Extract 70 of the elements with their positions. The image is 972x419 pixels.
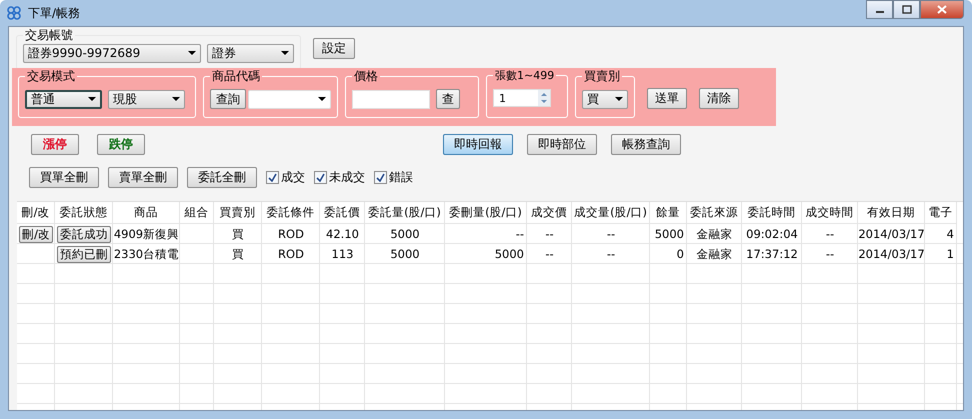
table-cell: 5000 — [390, 227, 420, 241]
maximize-button[interactable] — [893, 0, 920, 19]
logo-icon — [6, 5, 22, 21]
settings-button[interactable]: 設定 — [313, 38, 355, 58]
table-cell: ROD — [278, 247, 304, 261]
close-button[interactable] — [920, 0, 964, 19]
mode-dropdown[interactable]: 普通 — [25, 90, 102, 108]
view-tab[interactable]: 即時部位 — [527, 134, 597, 154]
account-dropdown[interactable]: 證券9990-9972689 — [23, 44, 201, 62]
table-cell: ROD — [278, 227, 304, 241]
filter-label: 未成交 — [329, 168, 365, 186]
quantity-spinner[interactable]: 1 — [493, 89, 551, 107]
table-cell: 金融家 — [696, 226, 732, 242]
table-cell: 5000 — [654, 227, 684, 241]
type-dropdown[interactable]: 證券 — [207, 44, 294, 62]
table-cell: 買 — [232, 226, 244, 242]
table-cell: 4909新復興 — [114, 226, 180, 242]
price-lookup-button[interactable]: 查 — [436, 89, 460, 109]
table-cell: 17:37:12 — [746, 247, 798, 261]
action-button[interactable]: 送單 — [647, 88, 687, 109]
limit-price-button[interactable]: 漲停 — [31, 134, 79, 154]
table-cell: 買 — [232, 246, 244, 262]
table-cell: 42.10 — [326, 227, 359, 241]
maximize-icon — [902, 5, 912, 14]
action-button[interactable]: 清除 — [699, 88, 739, 109]
table-cell: 09:02:04 — [746, 227, 798, 241]
table-cell: 2330台積電 — [114, 246, 180, 262]
side-dropdown[interactable]: 買 — [582, 90, 628, 108]
filter-label: 成交 — [281, 168, 305, 186]
table-cell: -- — [516, 227, 524, 241]
query-button[interactable]: 查詢 — [210, 89, 246, 109]
table-cell: 2014/03/17 — [858, 247, 925, 261]
group-label: 交易模式 — [26, 68, 76, 85]
group-label: 張數1~499 — [494, 68, 556, 83]
table-cell: -- — [606, 247, 616, 261]
filter-checkbox[interactable] — [266, 170, 279, 184]
table-cell: 1 — [946, 247, 954, 261]
filter-checkbox[interactable] — [314, 170, 327, 184]
filter-checkbox[interactable] — [374, 170, 387, 184]
group-label: 價格 — [353, 68, 379, 85]
view-tab[interactable]: 即時回報 — [443, 134, 513, 154]
group-label: 買賣別 — [583, 68, 621, 85]
edit-button[interactable]: 刪/改 — [19, 226, 53, 242]
price-field[interactable] — [352, 90, 430, 108]
minimize-button[interactable] — [866, 0, 893, 19]
table-cell: 2014/03/17 — [858, 227, 925, 241]
filter-label: 錯誤 — [389, 168, 413, 186]
table-cell: 113 — [332, 247, 354, 261]
view-tab[interactable]: 帳務查詢 — [611, 134, 681, 154]
table-cell: -- — [545, 227, 554, 241]
group-label: 商品代碼 — [211, 68, 261, 85]
table-cell: -- — [545, 247, 554, 261]
close-icon — [937, 5, 947, 14]
table-cell: 0 — [676, 247, 684, 261]
table-cell: -- — [826, 247, 834, 261]
window-title: 下單/帳務 — [28, 4, 80, 22]
limit-price-button[interactable]: 跌停 — [97, 134, 145, 154]
stock-type-dropdown[interactable]: 現股 — [108, 90, 185, 108]
table-cell: -- — [606, 227, 616, 241]
table-cell: 5000 — [390, 247, 420, 261]
bulk-delete-button[interactable]: 賣單全刪 — [108, 166, 178, 188]
group-label: 交易帳號 — [24, 27, 74, 44]
order-status-button[interactable]: 委託成功 — [57, 226, 111, 242]
bulk-delete-button[interactable]: 委託全刪 — [187, 166, 257, 188]
table-cell: 4 — [946, 227, 954, 241]
table-cell: 金融家 — [696, 246, 732, 262]
order-status-button[interactable]: 預約已刪 — [57, 246, 111, 262]
bulk-delete-button[interactable]: 買單全刪 — [29, 166, 99, 188]
table-cell: -- — [826, 227, 834, 241]
table-cell: 5000 — [494, 247, 524, 261]
